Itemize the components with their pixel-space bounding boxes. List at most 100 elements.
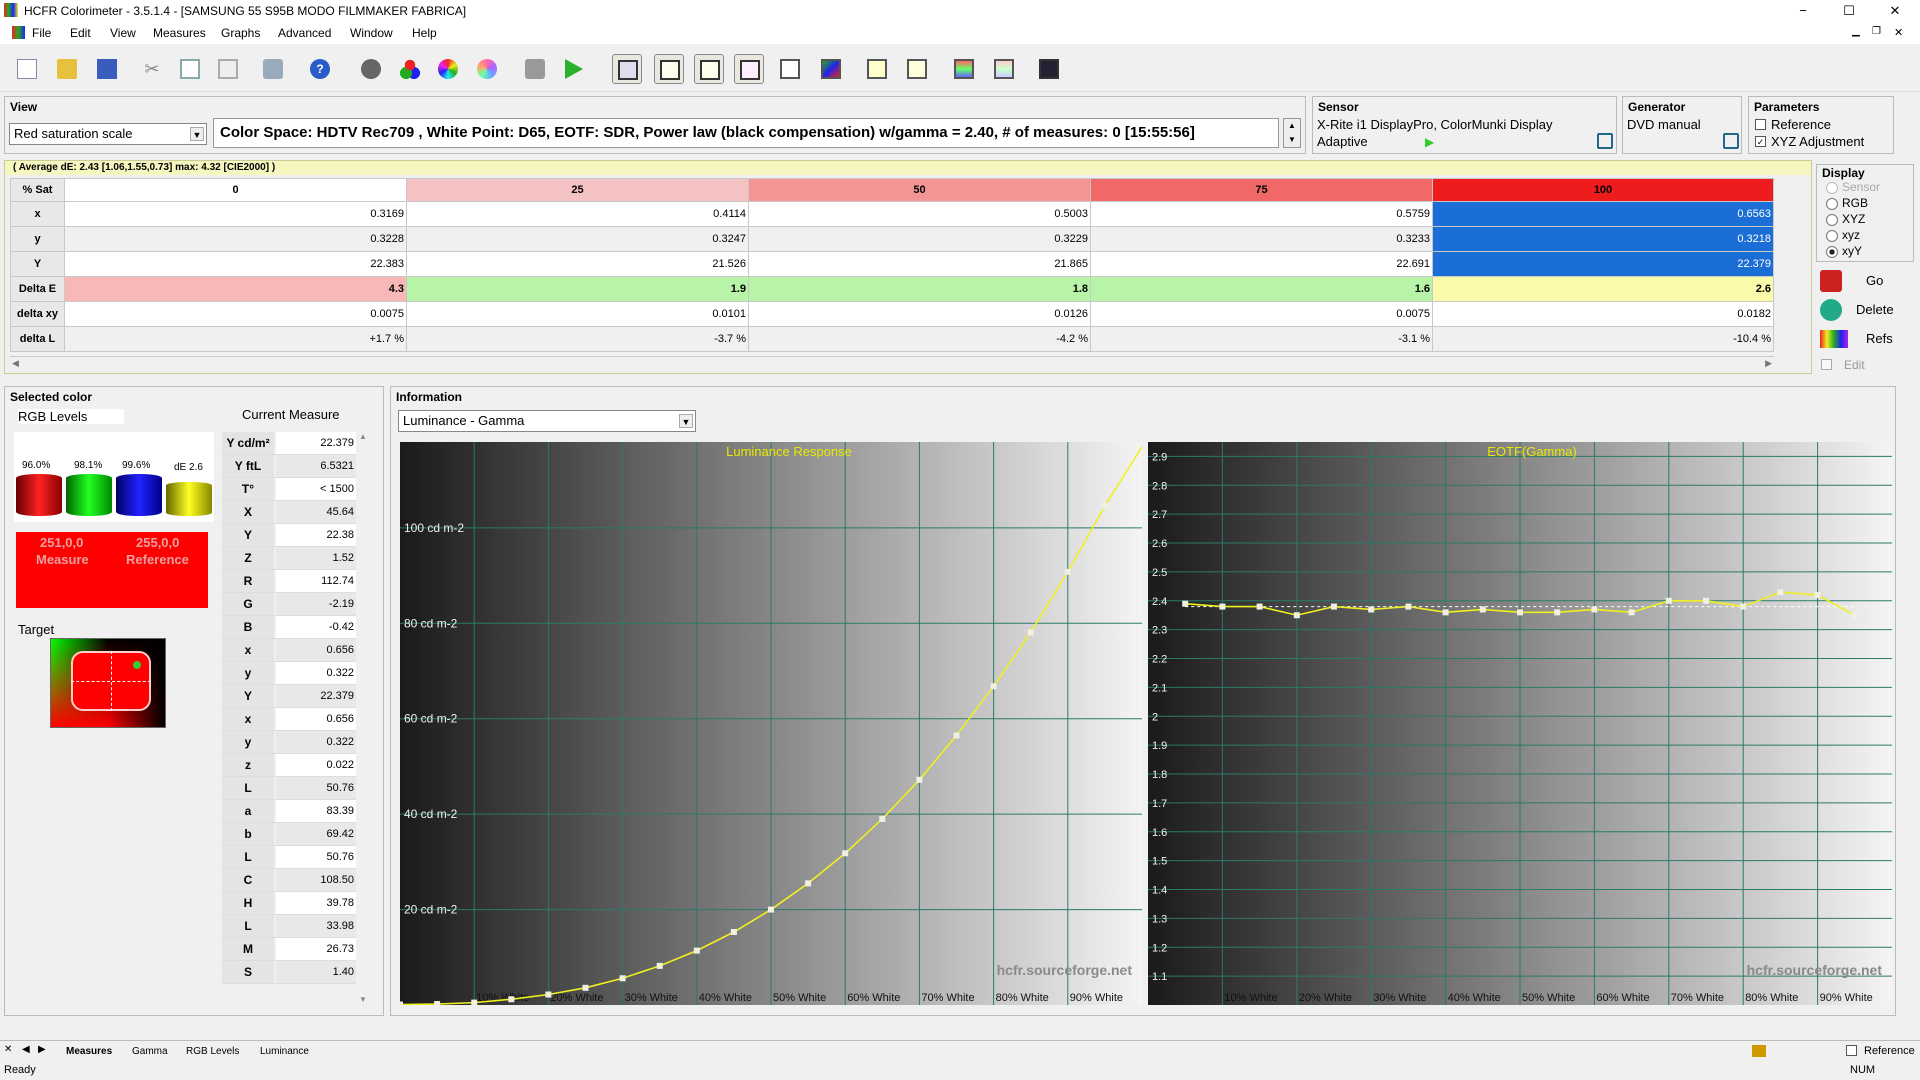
view-sat-luminance-button[interactable] xyxy=(989,54,1019,84)
scroll-right-icon[interactable]: ▶ xyxy=(1765,358,1772,369)
minimize-button[interactable]: − xyxy=(1780,0,1826,22)
run-button[interactable] xyxy=(560,54,590,84)
table-cell[interactable]: +1.7 % xyxy=(64,326,407,352)
scroll-up-icon[interactable]: ▲ xyxy=(356,432,370,441)
mdi-restore-button[interactable]: ❐ xyxy=(1872,26,1881,37)
information-select[interactable]: Luminance - Gamma ▼ xyxy=(398,410,696,432)
tab-measures[interactable]: Measures xyxy=(66,1046,112,1057)
table-cell[interactable]: 0.0126 xyxy=(748,301,1091,327)
view-near-white-button[interactable] xyxy=(902,54,932,84)
reference-checkbox[interactable] xyxy=(1755,119,1766,130)
table-hscrollbar[interactable]: ◀ ▶ xyxy=(10,356,1774,370)
table-cell[interactable]: 0.3228 xyxy=(64,226,407,252)
sensor-play-icon[interactable]: ▶ xyxy=(1425,135,1434,149)
table-cell[interactable]: 0.0101 xyxy=(406,301,749,327)
measure-saturation-button[interactable] xyxy=(472,54,502,84)
sensor-config-button[interactable] xyxy=(356,54,386,84)
mdi-close-button[interactable]: ✕ xyxy=(1894,26,1903,39)
display-radio-xyy[interactable] xyxy=(1826,246,1838,258)
scroll-down-icon[interactable]: ▼ xyxy=(356,995,370,1004)
generator-config-icon[interactable] xyxy=(1723,133,1739,149)
table-cell[interactable]: 0.4114 xyxy=(406,201,749,227)
display-radio-xyz[interactable] xyxy=(1826,230,1838,242)
table-cell[interactable]: 22.379 xyxy=(1432,251,1774,277)
view-cie-button[interactable] xyxy=(816,54,846,84)
view-luminance-button[interactable] xyxy=(694,54,724,84)
table-cell[interactable]: 22.691 xyxy=(1090,251,1433,277)
tab-next-button[interactable]: ▶ xyxy=(38,1044,46,1055)
column-header[interactable]: 0 xyxy=(64,178,407,202)
copy-button[interactable] xyxy=(175,54,205,84)
column-header[interactable]: 50 xyxy=(748,178,1091,202)
new-button[interactable] xyxy=(12,54,42,84)
menu-edit[interactable]: Edit xyxy=(70,26,91,40)
table-cell[interactable]: 1.8 xyxy=(748,276,1091,302)
table-cell[interactable]: 0.3218 xyxy=(1432,226,1774,252)
table-cell[interactable]: 0.3229 xyxy=(748,226,1091,252)
menu-measures[interactable]: Measures xyxy=(153,26,206,40)
view-select[interactable]: Red saturation scale ▼ xyxy=(9,123,207,145)
view-colortemp-button[interactable] xyxy=(775,54,805,84)
tab-first-button[interactable]: ✕ xyxy=(4,1044,12,1055)
tab-gamma[interactable]: Gamma xyxy=(132,1046,168,1057)
table-cell[interactable]: -10.4 % xyxy=(1432,326,1774,352)
table-cell[interactable]: 21.865 xyxy=(748,251,1091,277)
display-radio-xyz[interactable] xyxy=(1826,214,1838,226)
tab-prev-button[interactable]: ◀ xyxy=(22,1044,30,1055)
view-measures-graph-button[interactable] xyxy=(1034,54,1064,84)
go-button[interactable]: Go xyxy=(1816,268,1914,294)
view-measures-button[interactable] xyxy=(612,54,642,84)
table-cell[interactable]: 0.0075 xyxy=(64,301,407,327)
edit-checkbox-row[interactable]: Edit xyxy=(1818,356,1910,374)
close-button[interactable]: ✕ xyxy=(1872,0,1918,22)
menu-advanced[interactable]: Advanced xyxy=(278,26,331,40)
edit-checkbox[interactable] xyxy=(1821,359,1832,370)
refs-button[interactable]: Refs xyxy=(1816,326,1914,352)
display-radio-sensor[interactable] xyxy=(1826,182,1838,194)
view-near-black-button[interactable] xyxy=(862,54,892,84)
table-cell[interactable]: 0.3169 xyxy=(64,201,407,227)
table-cell[interactable]: 21.526 xyxy=(406,251,749,277)
maximize-button[interactable]: ☐ xyxy=(1826,0,1872,22)
table-cell[interactable]: 0.0075 xyxy=(1090,301,1433,327)
table-cell[interactable]: -3.1 % xyxy=(1090,326,1433,352)
table-cell[interactable]: 0.3233 xyxy=(1090,226,1433,252)
table-cell[interactable]: 1.9 xyxy=(406,276,749,302)
delete-button[interactable]: Delete xyxy=(1816,297,1914,323)
column-header[interactable]: 100 xyxy=(1432,178,1774,202)
table-cell[interactable]: 22.383 xyxy=(64,251,407,277)
table-cell[interactable]: 4.3 xyxy=(64,276,407,302)
info-spinner[interactable]: ▲ ▼ xyxy=(1283,118,1301,148)
cut-button[interactable]: ✂ xyxy=(137,54,167,84)
table-cell[interactable]: 0.5759 xyxy=(1090,201,1433,227)
menu-help[interactable]: Help xyxy=(412,26,437,40)
display-radio-rgb[interactable] xyxy=(1826,198,1838,210)
view-saturation-shift-button[interactable] xyxy=(949,54,979,84)
save-button[interactable] xyxy=(92,54,122,84)
menu-graphs[interactable]: Graphs xyxy=(221,26,260,40)
open-button[interactable] xyxy=(52,54,82,84)
table-cell[interactable]: -4.2 % xyxy=(748,326,1091,352)
measure-list-scrollbar[interactable]: ▲ ▼ xyxy=(356,432,370,1004)
tab-luminance[interactable]: Luminance xyxy=(260,1046,309,1057)
help-button[interactable]: ? xyxy=(305,54,335,84)
xyz-adjustment-checkbox[interactable]: ✓ xyxy=(1755,136,1766,147)
table-cell[interactable]: 0.6563 xyxy=(1432,201,1774,227)
tab-rgb-levels[interactable]: RGB Levels xyxy=(186,1046,239,1057)
view-gamma-button[interactable] xyxy=(654,54,684,84)
print-button[interactable] xyxy=(258,54,288,84)
table-cell[interactable]: 0.5003 xyxy=(748,201,1091,227)
paste-button[interactable] xyxy=(213,54,243,84)
table-cell[interactable]: 2.6 xyxy=(1432,276,1774,302)
table-cell[interactable]: 0.3247 xyxy=(406,226,749,252)
measure-primaries-button[interactable] xyxy=(395,54,425,84)
menu-file[interactable]: File xyxy=(32,26,51,40)
column-header[interactable]: 25 xyxy=(406,178,749,202)
scroll-left-icon[interactable]: ◀ xyxy=(12,358,19,369)
table-cell[interactable]: 0.0182 xyxy=(1432,301,1774,327)
capture-button[interactable] xyxy=(520,54,550,84)
view-rgb-button[interactable] xyxy=(734,54,764,84)
table-cell[interactable]: -3.7 % xyxy=(406,326,749,352)
measure-secondaries-button[interactable] xyxy=(433,54,463,84)
menu-view[interactable]: View xyxy=(110,26,136,40)
